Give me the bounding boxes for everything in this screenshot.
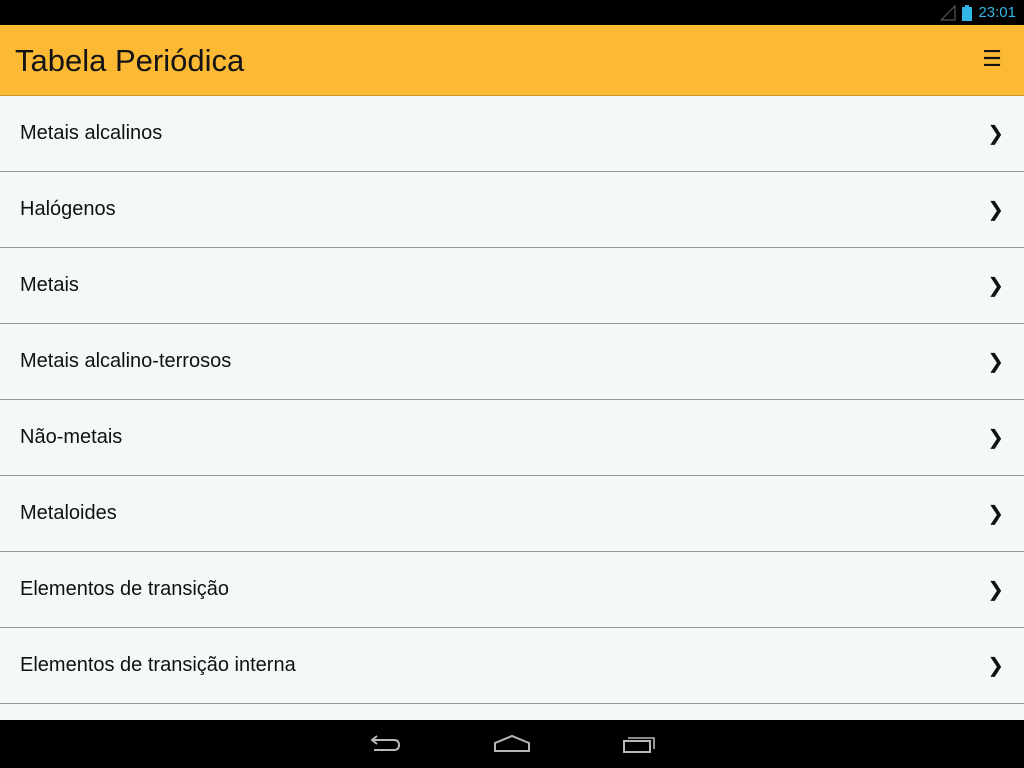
- menu-button[interactable]: ☰: [968, 36, 1016, 84]
- chevron-right-icon: ❯: [987, 653, 1004, 677]
- status-bar: 23:01: [0, 0, 1024, 25]
- chevron-right-icon: ❯: [987, 197, 1004, 221]
- category-list-container: Metais alcalinos ❯ Halógenos ❯ Metais ❯ …: [0, 96, 1024, 720]
- status-time: 23:01: [978, 4, 1016, 21]
- list-item-elementos-de-transicao[interactable]: Elementos de transição ❯: [0, 552, 1024, 628]
- list-item-metais-alcalinos[interactable]: Metais alcalinos ❯: [0, 96, 1024, 172]
- category-list: Metais alcalinos ❯ Halógenos ❯ Metais ❯ …: [0, 96, 1024, 720]
- battery-icon: [962, 4, 973, 21]
- list-item-metais[interactable]: Metais ❯: [0, 248, 1024, 324]
- screen: 23:01 Tabela Periódica ☰ Metais alcalino…: [0, 0, 1024, 768]
- navigation-bar: [0, 720, 1024, 768]
- list-item-metais-alcalino-terrosos[interactable]: Metais alcalino-terrosos ❯: [0, 324, 1024, 400]
- recent-apps-button[interactable]: [600, 720, 680, 768]
- chevron-right-icon: ❯: [987, 121, 1004, 145]
- signal-icon: [940, 4, 957, 21]
- list-item-label: Metaloides: [20, 502, 117, 524]
- chevron-right-icon: ❯: [987, 577, 1004, 601]
- list-item-label: Elementos de transição interna: [20, 654, 296, 676]
- list-item-label: Halógenos: [20, 198, 116, 220]
- home-icon: [494, 734, 530, 752]
- list-item-partial[interactable]: [0, 704, 1024, 720]
- list-item-metaloides[interactable]: Metaloides ❯: [0, 476, 1024, 552]
- list-item-label: Não-metais: [20, 426, 123, 448]
- list-item-label: Metais: [20, 274, 79, 296]
- back-icon: [370, 735, 401, 751]
- status-indicators: 23:01: [940, 0, 1016, 25]
- chevron-right-icon: ❯: [987, 273, 1004, 297]
- list-item-label: Metais alcalinos: [20, 122, 163, 144]
- app-title: Tabela Periódica: [15, 43, 245, 78]
- back-button[interactable]: [344, 720, 424, 768]
- chevron-right-icon: ❯: [987, 501, 1004, 525]
- chevron-right-icon: ❯: [987, 349, 1004, 373]
- home-button[interactable]: [472, 720, 552, 768]
- list-item-label: Metais alcalino-terrosos: [20, 350, 232, 372]
- list-item-nao-metais[interactable]: Não-metais ❯: [0, 400, 1024, 476]
- app-bar: Tabela Periódica ☰: [0, 25, 1024, 96]
- chevron-right-icon: ❯: [987, 425, 1004, 449]
- recent-apps-icon: [623, 737, 655, 753]
- menu-icon: ☰: [982, 47, 1002, 72]
- list-item-label: Elementos de transição: [20, 578, 230, 600]
- list-item-halogenos[interactable]: Halógenos ❯: [0, 172, 1024, 248]
- list-item-elementos-de-transicao-interna[interactable]: Elementos de transição interna ❯: [0, 628, 1024, 704]
